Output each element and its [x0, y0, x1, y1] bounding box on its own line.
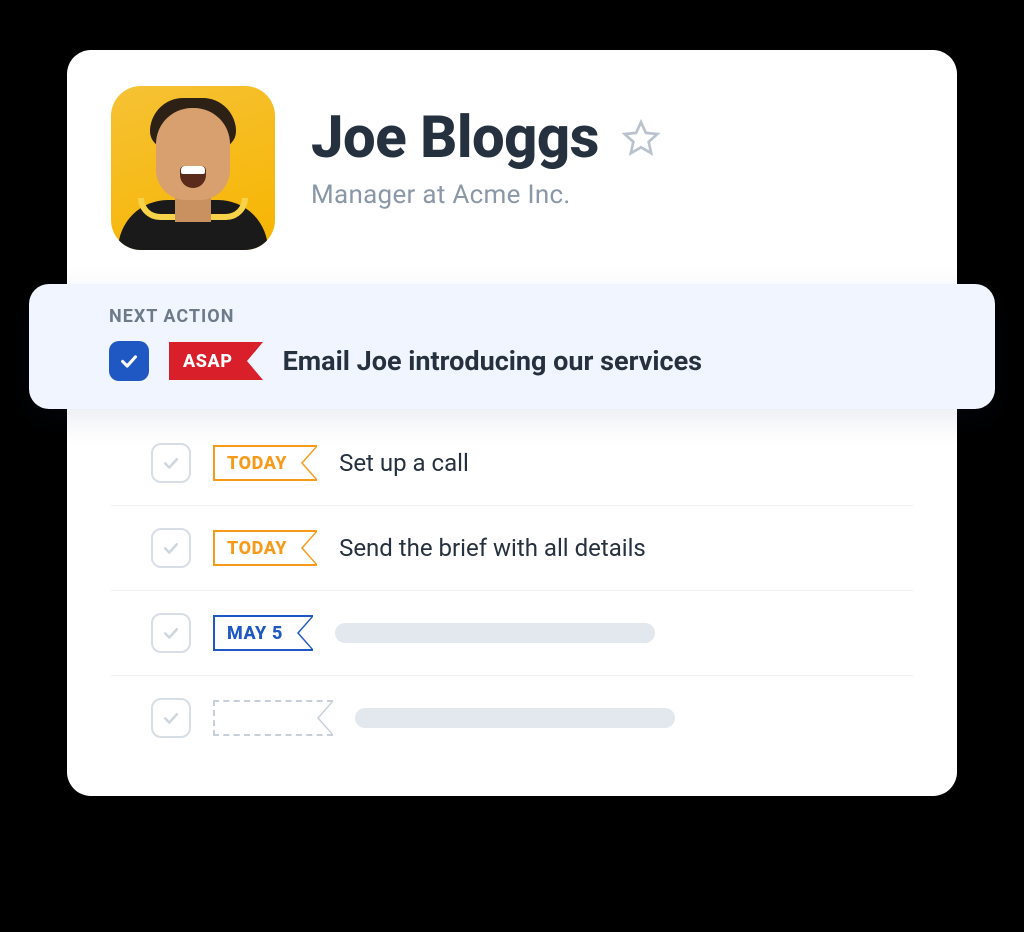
- action-row[interactable]: TODAY Set up a call: [111, 421, 913, 506]
- contact-name: Joe Bloggs: [311, 104, 599, 172]
- title-block: Joe Bloggs Manager at Acme Inc.: [311, 86, 663, 210]
- priority-tag-empty[interactable]: [213, 700, 333, 736]
- priority-tag-today[interactable]: TODAY: [213, 530, 317, 566]
- text-placeholder: [355, 708, 675, 728]
- favorite-star-icon[interactable]: [619, 116, 663, 160]
- checkbox-empty[interactable]: [151, 528, 191, 568]
- next-action-label: NEXT ACTION: [109, 306, 915, 327]
- priority-tag-asap: ASAP: [169, 342, 263, 380]
- text-placeholder: [335, 623, 655, 643]
- next-action-text: Email Joe introducing our services: [283, 345, 702, 377]
- action-row[interactable]: TODAY Send the brief with all details: [111, 506, 913, 591]
- action-row[interactable]: MAY 5: [111, 591, 913, 676]
- priority-tag-may[interactable]: MAY 5: [213, 615, 313, 651]
- contact-subtitle: Manager at Acme Inc.: [311, 180, 663, 210]
- contact-card: Joe Bloggs Manager at Acme Inc. NEXT ACT…: [67, 50, 957, 796]
- checkbox-empty[interactable]: [151, 613, 191, 653]
- priority-tag-today[interactable]: TODAY: [213, 445, 317, 481]
- action-text: Send the brief with all details: [339, 534, 646, 562]
- checkbox-checked[interactable]: [109, 341, 149, 381]
- action-list: TODAY Set up a call TODAY Send the brief wi…: [67, 421, 957, 760]
- checkbox-empty[interactable]: [151, 443, 191, 483]
- next-action-row[interactable]: ASAP Email Joe introducing our services: [109, 341, 915, 381]
- card-header: Joe Bloggs Manager at Acme Inc.: [67, 86, 957, 274]
- checkbox-empty[interactable]: [151, 698, 191, 738]
- avatar[interactable]: [111, 86, 275, 250]
- next-action-panel: NEXT ACTION ASAP Email Joe introducing o…: [29, 284, 995, 409]
- action-row[interactable]: [111, 676, 913, 760]
- action-text: Set up a call: [339, 449, 469, 477]
